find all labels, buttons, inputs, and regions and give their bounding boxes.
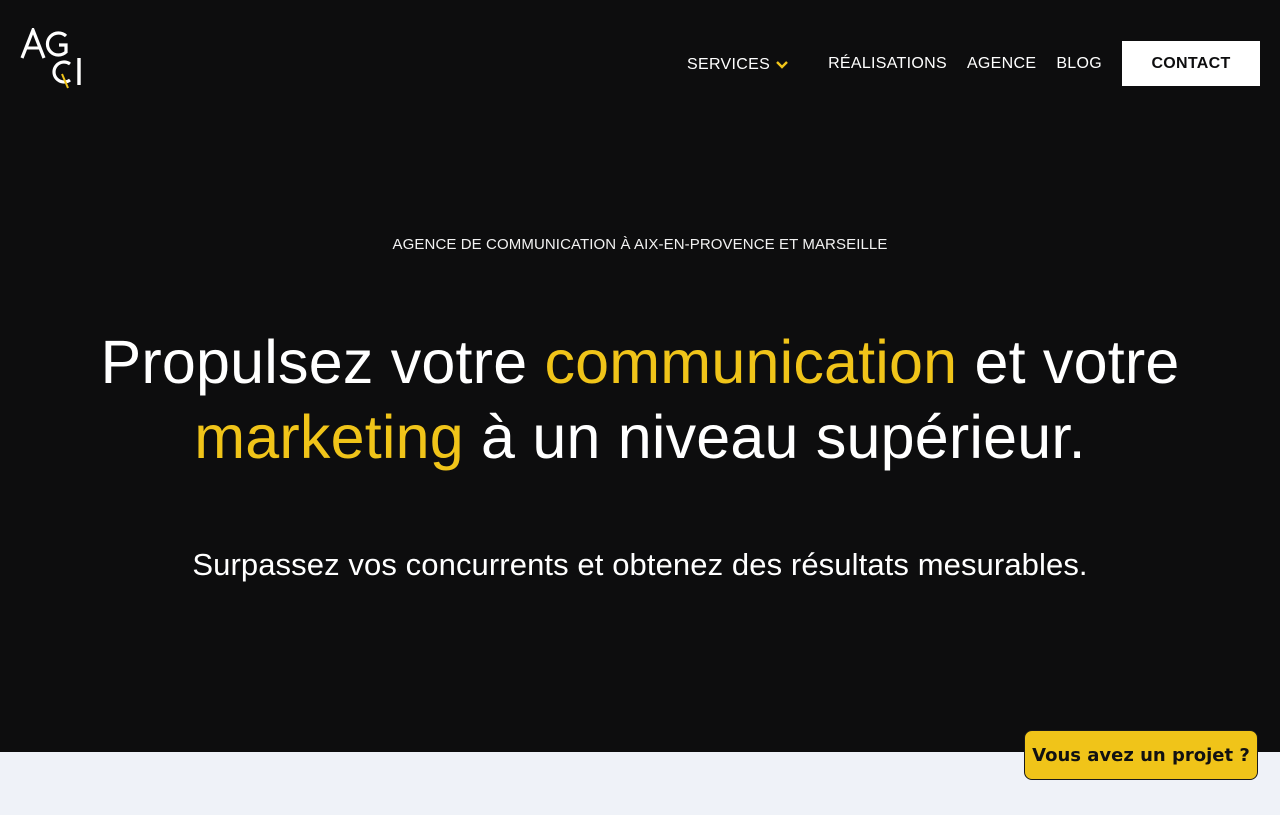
hero-section: SERVICES RÉALISATIONS AGENCE BLOG CONTAC…	[0, 0, 1280, 752]
chevron-down-icon	[776, 60, 788, 69]
main-nav: SERVICES RÉALISATIONS AGENCE BLOG CONTAC…	[687, 41, 1260, 86]
project-cta-button[interactable]: Vous avez un projet ?	[1024, 730, 1258, 780]
headline-accent-marketing: marketing	[194, 403, 464, 471]
nav-blog[interactable]: BLOG	[1056, 55, 1102, 73]
nav-services-label: SERVICES	[687, 55, 771, 73]
headline-part-3: à un niveau supérieur.	[463, 403, 1086, 471]
contact-button[interactable]: CONTACT	[1122, 41, 1260, 86]
nav-realisations[interactable]: RÉALISATIONS	[828, 55, 947, 73]
headline-part-1: Propulsez votre	[100, 328, 545, 396]
headline-part-2: et votre	[957, 328, 1180, 396]
hero-headline: Propulsez votre communication et votre m…	[0, 325, 1280, 475]
agci-logo[interactable]	[20, 28, 86, 90]
hero-subtitle: Surpassez vos concurrents et obtenez des…	[192, 547, 1088, 582]
nav-services[interactable]: SERVICES	[687, 56, 788, 74]
headline-accent-communication: communication	[544, 328, 958, 396]
hero-eyebrow: AGENCE DE COMMUNICATION À AIX-EN-PROVENC…	[392, 236, 888, 253]
nav-agence[interactable]: AGENCE	[967, 55, 1036, 73]
